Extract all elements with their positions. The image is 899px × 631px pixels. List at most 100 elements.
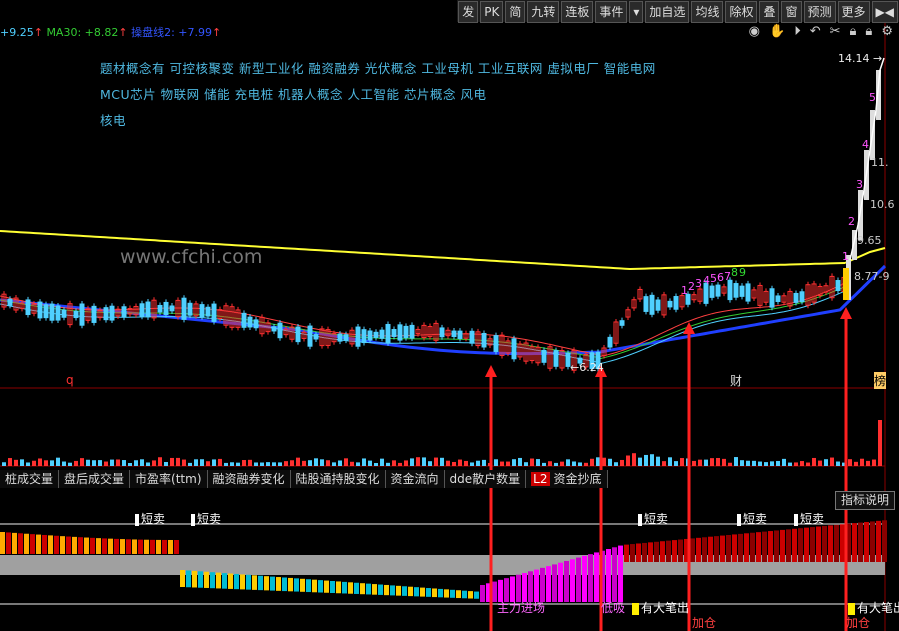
indicator-bar: [186, 570, 191, 588]
toolbar-exright-button[interactable]: 除权: [725, 1, 758, 23]
volume-bar: [560, 461, 564, 466]
volume-bar: [2, 462, 6, 466]
candle-body: [25, 299, 31, 316]
settings-icon[interactable]: ⚙: [881, 24, 893, 39]
tab-dde-retail[interactable]: dde散户数量: [444, 470, 527, 488]
candle-body: [109, 305, 115, 321]
volume-bar: [854, 461, 858, 466]
nine-turn-number: 8: [731, 266, 738, 279]
toolbar-overlay-button[interactable]: 叠: [759, 1, 780, 23]
toolbar-ma-button[interactable]: 均线: [691, 1, 724, 23]
play-icon[interactable]: ⏵: [794, 24, 801, 39]
nine-turn-number: 6: [717, 271, 724, 284]
indicator-bar: [384, 584, 389, 596]
volume-bar: [56, 457, 60, 466]
toolbar-add-watchlist-button[interactable]: 加自选: [645, 1, 690, 23]
toolbar-pk-button[interactable]: PK: [480, 1, 504, 23]
volume-bar: [740, 460, 744, 466]
indicator-bar: [192, 570, 197, 588]
lock-icon-2[interactable]: 🔒︎: [865, 24, 872, 39]
toolbar-fa-button[interactable]: 发: [458, 1, 479, 23]
indicator-bar: [312, 579, 317, 593]
indicator-bar: [378, 584, 383, 595]
volume-bar: [416, 457, 420, 466]
toolbar-limit-up-button[interactable]: 连板: [561, 1, 594, 23]
price-low-label: ←6.24: [570, 361, 604, 374]
volume-bar: [404, 460, 408, 466]
tab-chip-volume[interactable]: 桩成交量: [0, 470, 60, 488]
volume-bar: [242, 460, 246, 466]
candle-body: [247, 316, 253, 328]
indicator-bar: [672, 540, 677, 562]
eye-icon[interactable]: ◉: [749, 24, 760, 39]
indicator-bar: [876, 520, 881, 562]
indicator-bar: [126, 539, 131, 554]
candle-body: [385, 323, 391, 344]
indicator-bar: [306, 579, 311, 593]
volume-bar: [482, 459, 486, 466]
candle-body: [163, 301, 169, 316]
indicator-bar: [654, 541, 659, 562]
undo-icon[interactable]: ↶: [810, 24, 821, 39]
volume-bar: [602, 457, 606, 466]
volume-bar: [578, 462, 582, 466]
volume-bar: [164, 461, 168, 466]
price-axis-label: 11.: [871, 156, 889, 169]
toolbar-nine-turn-button[interactable]: 九转: [527, 1, 560, 23]
indicator-bar: [18, 533, 23, 554]
volume-bar: [680, 458, 684, 466]
volume-bar: [800, 461, 804, 466]
tab-fund-bottom[interactable]: L2 资金抄底: [526, 470, 608, 488]
toolbar-forecast-button[interactable]: 预测: [803, 1, 836, 23]
candle-body: [541, 349, 547, 363]
candle-body: [211, 303, 217, 322]
indicator-bar: [744, 533, 749, 562]
indicator-bar: [48, 535, 53, 554]
lock-icon[interactable]: 🔒︎: [850, 24, 857, 39]
toolbar-window-button[interactable]: 窗: [781, 1, 802, 23]
volume-bar: [548, 461, 552, 466]
indicator-bar: [540, 567, 545, 602]
volume-bar: [212, 459, 216, 466]
scissors-icon[interactable]: ✂: [830, 24, 841, 39]
candle-body: [295, 326, 301, 343]
marker-ranking[interactable]: 榜: [874, 372, 887, 389]
volume-bar: [656, 456, 660, 466]
indicator-bar: [120, 539, 125, 554]
indicator-bar: [0, 532, 5, 554]
event-dropdown-icon[interactable]: ▾: [629, 1, 644, 23]
volume-bar: [26, 462, 30, 466]
tab-margin-change[interactable]: 融资融券变化: [207, 470, 291, 488]
signal-short-sell: 短卖: [135, 510, 165, 527]
volume-bar: [434, 457, 438, 466]
volume-bar: [68, 462, 72, 466]
volume-bar: [512, 459, 516, 466]
indicator-bar: [666, 540, 671, 562]
toolbar-event-button[interactable]: 事件: [595, 1, 628, 23]
indicator-bar: [294, 578, 299, 592]
hand-icon[interactable]: ✋: [769, 24, 785, 39]
volume-bar: [530, 458, 534, 466]
tab-after-hours-volume[interactable]: 盘后成交量: [59, 470, 131, 488]
toolbar-more-button[interactable]: 更多: [837, 1, 870, 23]
nine-turn-number: 4: [703, 274, 710, 287]
count-number: 2: [848, 215, 855, 228]
tab-pe-ttm[interactable]: 市盈率(ttm): [130, 470, 208, 488]
toolbar-scroll-arrows[interactable]: ▶◀: [871, 1, 898, 23]
toolbar-simple-button[interactable]: 简: [505, 1, 526, 23]
volume-bar: [668, 457, 672, 466]
volume-bar: [536, 459, 540, 466]
candle-body: [649, 294, 655, 315]
indicator-bar: [552, 564, 557, 602]
volume-bar: [638, 457, 642, 466]
volume-bar: [74, 460, 78, 466]
volume-bar: [20, 459, 24, 466]
tab-stock-connect[interactable]: 陆股通持股变化: [290, 470, 386, 488]
candle-body: [139, 303, 145, 317]
tab-fund-flow[interactable]: 资金流向: [385, 470, 445, 488]
volume-bar: [308, 460, 312, 466]
indicator-explain-button[interactable]: 指标说明: [835, 491, 896, 510]
indicator-bar: [30, 534, 35, 554]
volume-bar: [590, 458, 594, 466]
indicator-bar: [870, 521, 875, 562]
